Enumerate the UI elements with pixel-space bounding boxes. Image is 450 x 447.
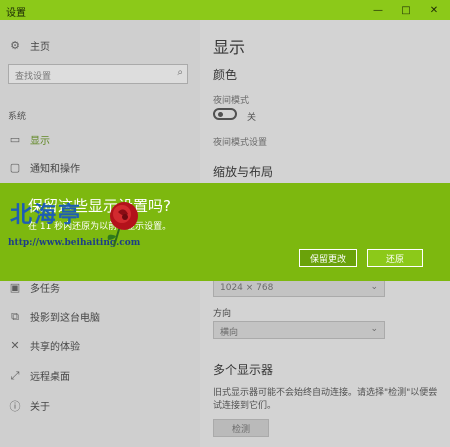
minimize-button[interactable]: — bbox=[364, 0, 392, 20]
window-title: 设置 bbox=[6, 8, 26, 19]
close-button[interactable]: ✕ bbox=[420, 0, 448, 20]
revert-button[interactable]: 还原 bbox=[367, 249, 423, 267]
maximize-button[interactable]: □ bbox=[392, 0, 420, 20]
keep-changes-button[interactable]: 保留更改 bbox=[299, 249, 357, 267]
title-bar: 设置 — □ ✕ bbox=[0, 0, 450, 20]
rose-icon bbox=[107, 202, 138, 247]
watermark-logo-text: 北海亭 bbox=[10, 202, 83, 228]
